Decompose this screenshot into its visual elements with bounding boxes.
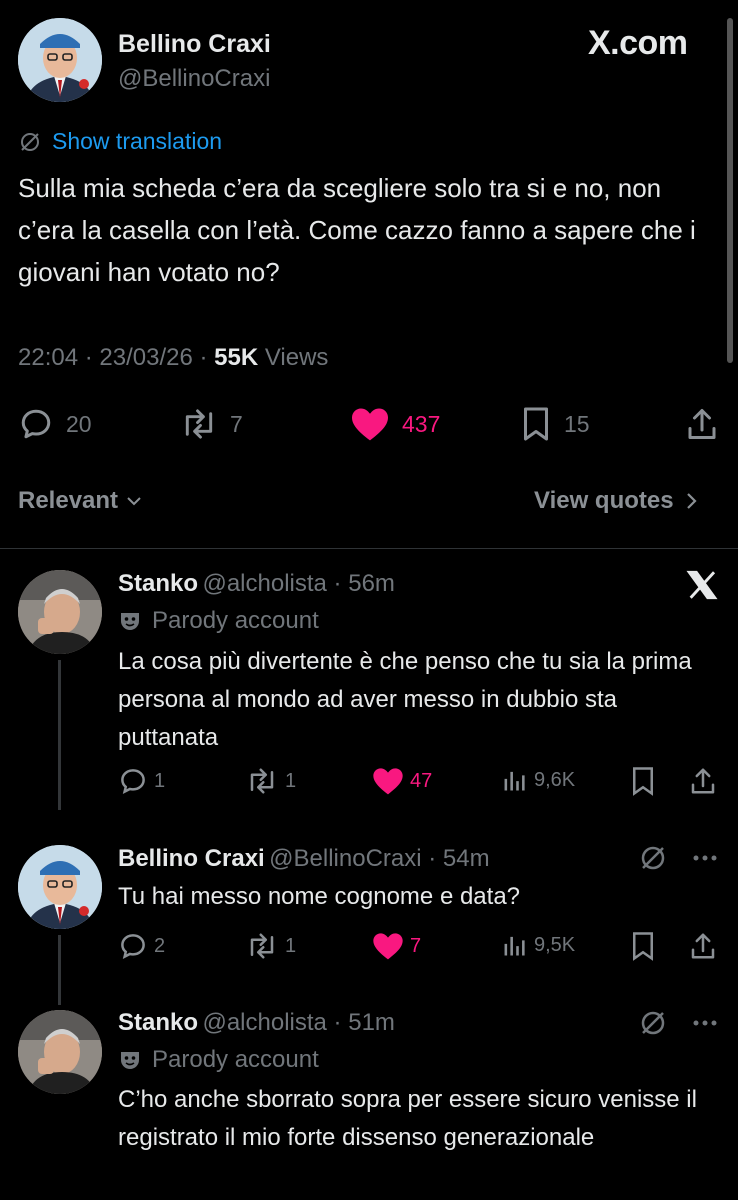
brand-watermark: X.com [588, 24, 688, 62]
view-quotes-label: View quotes [534, 487, 674, 514]
view-quotes-link[interactable]: View quotes [534, 487, 700, 515]
reply-action[interactable]: 2 [118, 931, 165, 961]
translate-icon[interactable] [638, 843, 668, 878]
mask-icon [121, 1052, 139, 1069]
repost-icon [250, 768, 274, 794]
repost-count: 1 [285, 934, 297, 957]
avatar[interactable] [18, 845, 102, 929]
reply-count: 20 [66, 410, 92, 437]
reply-time[interactable]: 51m [348, 1009, 395, 1036]
share-icon [688, 409, 716, 439]
views-action[interactable]: 9,5K [500, 931, 575, 959]
views-action[interactable]: 9,6K [500, 766, 575, 794]
sort-label: Relevant [18, 487, 119, 514]
repost-action[interactable]: 7 [180, 406, 243, 442]
repost-count: 7 [230, 410, 243, 437]
views-count: 55K [214, 344, 259, 371]
reply-time[interactable]: 54m [443, 845, 490, 872]
tweet-text: Sulla mia scheda c’era da scegliere solo… [18, 173, 696, 287]
chevron-down-icon [127, 497, 141, 506]
share-icon [691, 768, 715, 794]
bookmark-icon [633, 932, 653, 961]
translate-icon [21, 132, 39, 151]
reply-author-name[interactable]: Bellino Craxi [118, 845, 265, 872]
views-icon [504, 771, 525, 791]
parody-badge: Parody account [118, 607, 319, 635]
heart-icon [373, 933, 403, 960]
x-logo-icon [684, 568, 720, 607]
like-count: 437 [402, 410, 441, 437]
reply-text: Tu hai messo nome cognome e data? [118, 883, 521, 910]
more-icon[interactable] [690, 846, 720, 875]
chevron-right-icon [686, 493, 697, 509]
reply-action[interactable]: 20 [18, 406, 92, 442]
author-name[interactable]: Bellino Craxi [118, 30, 271, 59]
views-count: 9,5K [534, 933, 576, 956]
reply-author-handle[interactable]: @BellinoCraxi [269, 845, 421, 872]
bookmark-action[interactable] [630, 766, 656, 796]
repost-icon [185, 409, 213, 439]
heart-icon [373, 768, 403, 795]
reply-author-handle[interactable]: @alcholista [202, 570, 326, 597]
avatar[interactable] [18, 1010, 102, 1094]
avatar[interactable] [18, 18, 102, 102]
like-action[interactable]: 437 [350, 406, 440, 442]
share-action[interactable] [684, 406, 720, 442]
bookmark-action[interactable]: 15 [520, 406, 590, 442]
views-count: 9,6K [534, 768, 576, 791]
reply-icon [121, 769, 145, 794]
reply-time[interactable]: 56m [348, 570, 395, 597]
scrollbar[interactable] [727, 18, 733, 363]
reply-author-name[interactable]: Stanko [118, 1009, 198, 1036]
repost-icon [250, 933, 274, 959]
mask-icon [121, 613, 139, 630]
divider [0, 548, 738, 549]
reply-count: 1 [154, 769, 166, 792]
like-count: 47 [410, 769, 433, 792]
like-action[interactable]: 47 [372, 766, 432, 796]
show-translation-label: Show translation [52, 128, 223, 154]
reply-icon [21, 409, 51, 439]
heart-icon [352, 408, 388, 441]
reply-action[interactable]: 1 [118, 766, 165, 796]
share-action[interactable] [688, 766, 718, 796]
reply-header: Stanko @alcholista · 56m [118, 570, 395, 597]
reply-icon [121, 934, 145, 959]
thread-line [58, 935, 61, 1005]
bookmark-icon [633, 767, 653, 796]
tweet-date[interactable]: 23/03/26 [99, 344, 192, 371]
like-count: 7 [410, 934, 422, 957]
share-action[interactable] [688, 931, 718, 961]
repost-action[interactable]: 1 [245, 766, 296, 796]
like-action[interactable]: 7 [372, 931, 421, 961]
reply-text: La cosa più divertente è che penso che t… [118, 648, 692, 751]
reply-text: C’ho anche sborrato sopra per essere sic… [118, 1086, 697, 1151]
bookmark-icon [524, 407, 548, 441]
author-handle[interactable]: @BellinoCraxi [118, 65, 270, 93]
avatar[interactable] [18, 570, 102, 654]
thread-line [58, 660, 61, 810]
reply-header: Stanko @alcholista · 51m [118, 1009, 395, 1036]
more-icon[interactable] [690, 1011, 720, 1040]
reply-count: 2 [154, 934, 166, 957]
parody-label: Parody account [152, 607, 319, 634]
tweet-meta: 22:04 · 23/03/26 · 55K Views [18, 344, 329, 371]
show-translation-button[interactable]: Show translation [18, 128, 222, 155]
bookmark-count: 15 [564, 410, 590, 437]
repost-count: 1 [285, 769, 297, 792]
views-label: Views [264, 344, 329, 371]
sort-replies-dropdown[interactable]: Relevant [18, 487, 144, 515]
reply-header: Bellino Craxi @BellinoCraxi · 54m [118, 845, 490, 872]
reply-author-handle[interactable]: @alcholista [202, 1009, 326, 1036]
reply-author-name[interactable]: Stanko [118, 570, 198, 597]
parody-badge: Parody account [118, 1046, 319, 1074]
bookmark-action[interactable] [630, 931, 656, 961]
parody-label: Parody account [152, 1046, 319, 1073]
translate-icon[interactable] [638, 1008, 668, 1043]
repost-action[interactable]: 1 [245, 931, 296, 961]
share-icon [691, 933, 715, 959]
tweet-time: 22:04 [18, 344, 79, 371]
views-icon [504, 936, 525, 956]
